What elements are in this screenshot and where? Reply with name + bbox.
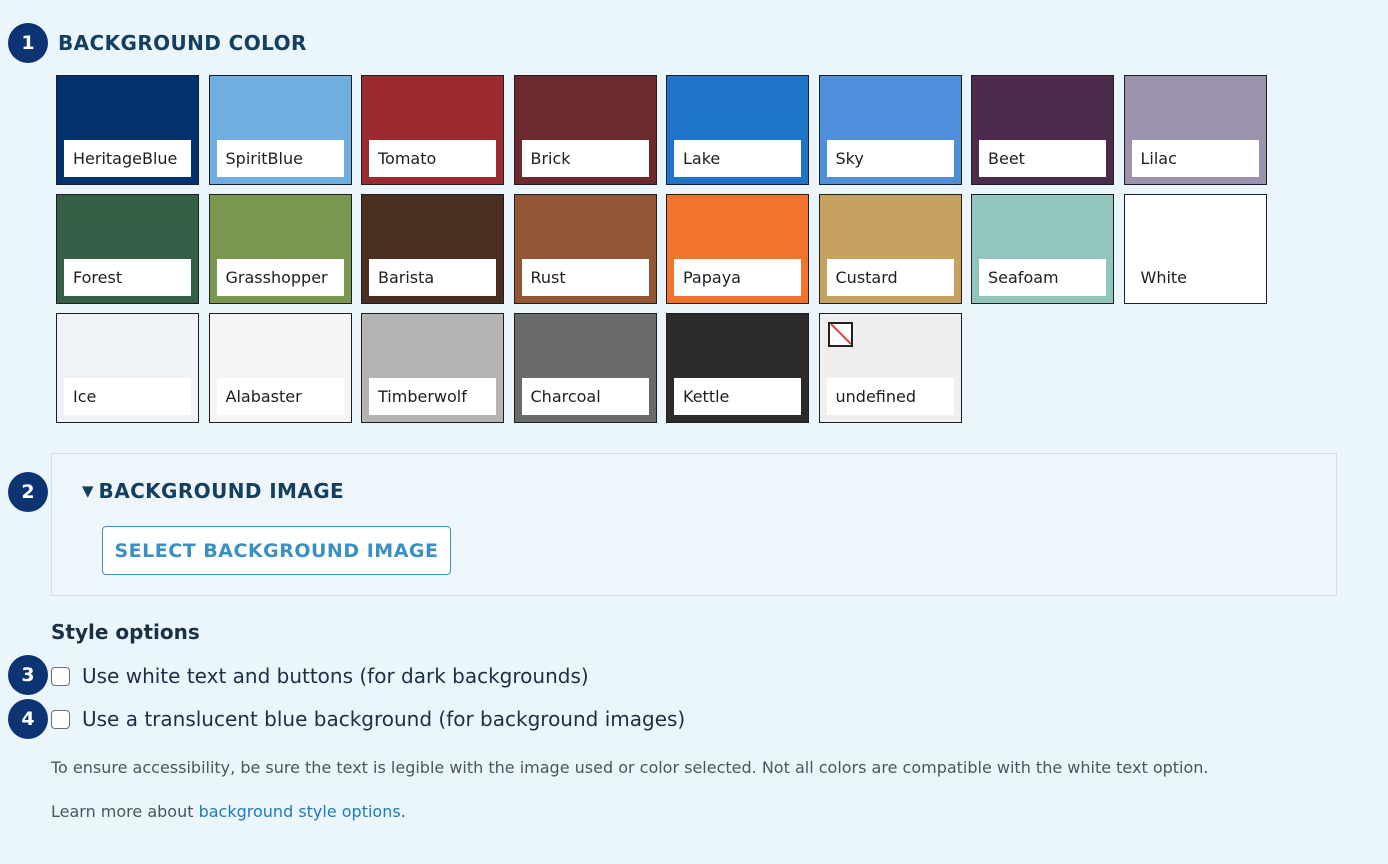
background-color-title: BACKGROUND COLOR (58, 31, 307, 55)
color-swatch-white[interactable]: White (1123, 194, 1267, 304)
swatch-label: Lilac (1131, 140, 1259, 177)
swatch-label: undefined (826, 378, 954, 415)
background-image-title: BACKGROUND IMAGE (98, 479, 345, 503)
learn-more-prefix: Learn more about (51, 802, 199, 821)
color-swatch-alabaster[interactable]: Alabaster (208, 313, 352, 423)
broken-image-icon (827, 322, 853, 347)
learn-more-suffix: . (400, 802, 406, 821)
accessibility-note: To ensure accessibility, be sure the tex… (51, 758, 1209, 777)
color-swatch-beet[interactable]: Beet (971, 75, 1114, 185)
swatch-label: Seafoam (979, 259, 1106, 296)
swatch-label: Grasshopper (216, 259, 344, 296)
swatch-label: Alabaster (216, 378, 344, 415)
swatch-label: Charcoal (521, 378, 649, 415)
color-swatch-grid: HeritageBlue SpiritBlue Tomato Brick Lake Sky… (56, 75, 1276, 425)
step-badge-2: 2 (8, 472, 48, 512)
select-background-image-button[interactable]: SELECT BACKGROUND IMAGE (102, 526, 451, 575)
color-swatch-rust[interactable]: Rust (513, 194, 657, 304)
swatch-label: Papaya (674, 259, 801, 296)
white-text-checkbox[interactable] (51, 666, 70, 686)
color-swatch-papaya[interactable]: Papaya (666, 194, 809, 304)
step-badge-1: 1 (8, 23, 48, 63)
background-image-toggle[interactable]: ▼ BACKGROUND IMAGE (82, 479, 344, 503)
translucent-background-checkbox[interactable] (51, 709, 70, 729)
option-translucent-row: Use a translucent blue background (for b… (51, 707, 685, 731)
color-swatch-seafoam[interactable]: Seafoam (971, 194, 1114, 304)
learn-more-text: Learn more about background style option… (51, 802, 406, 821)
swatch-label: Rust (521, 259, 649, 296)
color-swatch-undefined[interactable]: undefined (818, 313, 962, 423)
swatch-label: Brick (521, 140, 649, 177)
swatch-label: Lake (674, 140, 801, 177)
white-text-label[interactable]: Use white text and buttons (for dark bac… (82, 664, 589, 688)
color-swatch-lake[interactable]: Lake (666, 75, 809, 185)
option-white-text-row: Use white text and buttons (for dark bac… (51, 664, 589, 688)
color-swatch-charcoal[interactable]: Charcoal (513, 313, 657, 423)
swatch-label: HeritageBlue (64, 140, 191, 177)
translucent-background-label[interactable]: Use a translucent blue background (for b… (82, 707, 685, 731)
step-badge-3: 3 (8, 655, 48, 695)
swatch-label: SpiritBlue (216, 140, 344, 177)
style-options-heading: Style options (51, 620, 200, 644)
color-swatch-timberwolf[interactable]: Timberwolf (361, 313, 504, 423)
color-swatch-lilac[interactable]: Lilac (1123, 75, 1267, 185)
swatch-label: Custard (826, 259, 954, 296)
swatch-label: Barista (369, 259, 496, 296)
color-swatch-heritageblue[interactable]: HeritageBlue (56, 75, 199, 185)
step-badge-4: 4 (8, 699, 48, 739)
swatch-label: Forest (64, 259, 191, 296)
swatch-label: White (1131, 259, 1259, 296)
color-swatch-custard[interactable]: Custard (818, 194, 962, 304)
color-swatch-tomato[interactable]: Tomato (361, 75, 504, 185)
color-swatch-forest[interactable]: Forest (56, 194, 199, 304)
swatch-label: Beet (979, 140, 1106, 177)
color-swatch-barista[interactable]: Barista (361, 194, 504, 304)
color-swatch-brick[interactable]: Brick (513, 75, 657, 185)
color-swatch-sky[interactable]: Sky (818, 75, 962, 185)
swatch-label: Ice (64, 378, 191, 415)
background-style-options-link[interactable]: background style options (199, 802, 401, 821)
color-swatch-kettle[interactable]: Kettle (666, 313, 809, 423)
color-swatch-ice[interactable]: Ice (56, 313, 199, 423)
swatch-label: Kettle (674, 378, 801, 415)
swatch-label: Timberwolf (369, 378, 496, 415)
color-swatch-grasshopper[interactable]: Grasshopper (208, 194, 352, 304)
color-swatch-spiritblue[interactable]: SpiritBlue (208, 75, 352, 185)
swatch-label: Sky (826, 140, 954, 177)
swatch-label: Tomato (369, 140, 496, 177)
triangle-down-icon: ▼ (82, 482, 94, 500)
